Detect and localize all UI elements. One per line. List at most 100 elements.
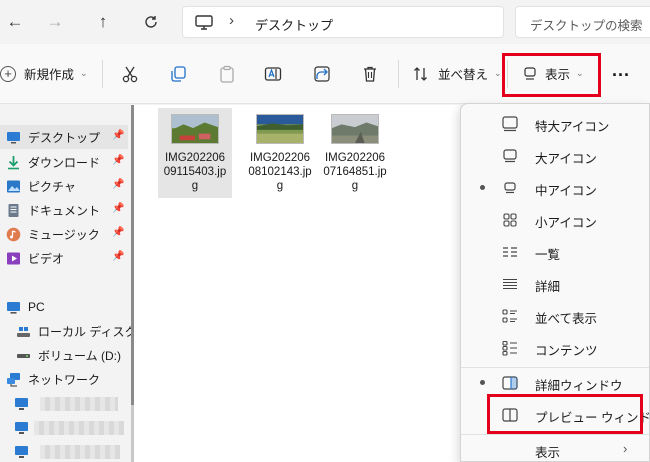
sidebar-item-music[interactable]: ミュージック 📌 (0, 222, 128, 246)
image-thumbnail (171, 114, 219, 144)
menu-item-label: コンテンツ (535, 344, 598, 358)
menu-item-show[interactable]: 表示 › (461, 435, 649, 462)
share-icon[interactable] (311, 63, 333, 85)
redacted-name (40, 445, 120, 459)
file-item[interactable]: IMG202206 09115403.jp g (158, 108, 232, 198)
menu-item-label: 詳細ウィンドウ (535, 379, 623, 393)
pin-icon[interactable]: 📌 (112, 203, 124, 214)
arrow-up-icon[interactable]: ↑ (90, 10, 116, 34)
breadcrumb-location[interactable]: デスクトップ (255, 15, 333, 34)
small-icons-icon (503, 213, 517, 227)
download-icon (8, 155, 19, 169)
pin-icon[interactable]: 📌 (112, 155, 124, 166)
menu-item-label: 特大アイコン (535, 120, 610, 134)
video-icon (7, 252, 20, 264)
paste-icon[interactable] (216, 63, 238, 85)
sidebar-item-downloads[interactable]: ダウンロード 📌 (0, 150, 128, 174)
medium-icons-icon (504, 182, 516, 194)
sidebar-item-network[interactable]: ネットワーク (0, 367, 128, 391)
image-thumbnail (331, 114, 379, 144)
sidebar-item-network-computer[interactable] (0, 392, 128, 416)
computer-icon (15, 421, 28, 434)
sidebar-item-videos[interactable]: ビデオ 📌 (0, 246, 128, 270)
menu-item-label: 大アイコン (535, 152, 597, 166)
redacted-name (40, 397, 118, 411)
computer-icon (15, 445, 28, 458)
pin-icon[interactable]: 📌 (112, 130, 124, 141)
plus-icon: + (0, 65, 16, 82)
delete-icon[interactable] (359, 63, 381, 85)
file-name: IMG202206 09115403.jp g (163, 152, 227, 192)
copy-icon[interactable] (167, 63, 189, 85)
sidebar-item-label: ピクチャ (28, 179, 76, 194)
new-button[interactable]: + 新規作成 ⌄ (0, 64, 88, 83)
command-bar: + 新規作成 ⌄ 並べ替え ⌄ 表示 ⌄ ... (0, 44, 650, 104)
rename-icon[interactable] (262, 63, 284, 85)
sidebar-item-volume-d[interactable]: ボリューム (D:) (0, 343, 128, 367)
image-thumbnail (256, 114, 304, 144)
details-pane-icon (502, 376, 518, 390)
address-row: ← → ↑ › デスクトップ デスクトップの検索 (0, 0, 650, 44)
sidebar-item-local-disk[interactable]: ローカル ディスク (C: (0, 319, 156, 343)
pc-icon (7, 301, 20, 314)
sort-icon (414, 66, 427, 81)
more-label: ... (612, 60, 631, 80)
sidebar-item-network-computer[interactable] (0, 416, 128, 440)
file-name: IMG202206 07164851.jp g (323, 152, 387, 192)
sidebar-item-label: ミュージック (28, 227, 100, 242)
navigation-pane: デスクトップ 📌 ダウンロード 📌 ピクチャ 📌 ドキュメント 📌 ミュージック… (0, 105, 156, 462)
sidebar-item-label: ドキュメント (28, 203, 101, 218)
file-item[interactable]: IMG202206 08102143.jp g (243, 108, 317, 198)
volume-icon (17, 353, 30, 358)
divider (102, 60, 103, 88)
refresh-icon[interactable] (138, 10, 164, 34)
sidebar-item-network-computer[interactable] (0, 440, 128, 462)
menu-item-list[interactable]: 一覧 (461, 237, 649, 267)
extra-large-icons-icon (502, 116, 518, 132)
details-icon (503, 278, 517, 290)
pictures-icon (7, 180, 20, 192)
menu-item-small-icons[interactable]: 小アイコン (461, 205, 649, 235)
chevron-down-icon: ⌄ (80, 68, 88, 78)
pin-icon[interactable]: 📌 (112, 251, 124, 262)
desktop-icon (7, 131, 20, 143)
menu-item-label: 表示 (535, 446, 561, 460)
cut-icon[interactable] (119, 63, 141, 85)
menu-item-extra-large-icons[interactable]: 特大アイコン (461, 109, 649, 139)
breadcrumb-chevron-icon: › (229, 12, 234, 29)
menu-item-label: 中アイコン (535, 184, 597, 198)
search-input[interactable]: デスクトップの検索 (515, 6, 650, 38)
menu-item-large-icons[interactable]: 大アイコン (461, 141, 649, 171)
address-bar[interactable]: › デスクトップ (182, 6, 504, 38)
file-item[interactable]: IMG202206 07164851.jp g (318, 108, 392, 198)
pin-icon[interactable]: 📌 (112, 227, 124, 238)
selected-indicator (480, 380, 485, 385)
redacted-name (34, 421, 124, 435)
network-icon (7, 372, 20, 387)
sidebar-item-documents[interactable]: ドキュメント 📌 (0, 198, 128, 222)
computer-icon (15, 397, 28, 410)
more-options-button[interactable]: ... (612, 60, 630, 81)
large-icons-icon (503, 149, 517, 163)
music-icon (6, 227, 21, 241)
sidebar-item-label: PC (28, 300, 45, 314)
sidebar-item-desktop[interactable]: デスクトップ 📌 (0, 125, 128, 149)
sort-button[interactable]: 並べ替え ⌄ (413, 64, 502, 83)
pc-monitor-icon (195, 15, 213, 34)
sidebar-item-pc[interactable]: PC (0, 295, 128, 319)
chevron-right-icon: › (623, 441, 628, 456)
arrow-left-icon[interactable]: ← (2, 10, 28, 34)
sidebar-item-label: ビデオ (28, 251, 65, 266)
sidebar-item-label: デスクトップ (28, 130, 101, 145)
file-list: IMG202206 09115403.jp g IMG202206 08102143.… (134, 105, 460, 462)
menu-item-medium-icons[interactable]: 中アイコン (461, 173, 649, 203)
arrow-right-icon[interactable]: → (42, 10, 68, 34)
content-icon (502, 340, 517, 356)
menu-item-tiles[interactable]: 並べて表示 (461, 301, 649, 331)
menu-item-content[interactable]: コンテンツ (461, 333, 649, 363)
sidebar-item-pictures[interactable]: ピクチャ 📌 (0, 174, 128, 198)
pin-icon[interactable]: 📌 (112, 179, 124, 190)
divider (398, 60, 399, 88)
menu-item-details[interactable]: 詳細 (461, 269, 649, 299)
documents-icon (8, 203, 19, 217)
